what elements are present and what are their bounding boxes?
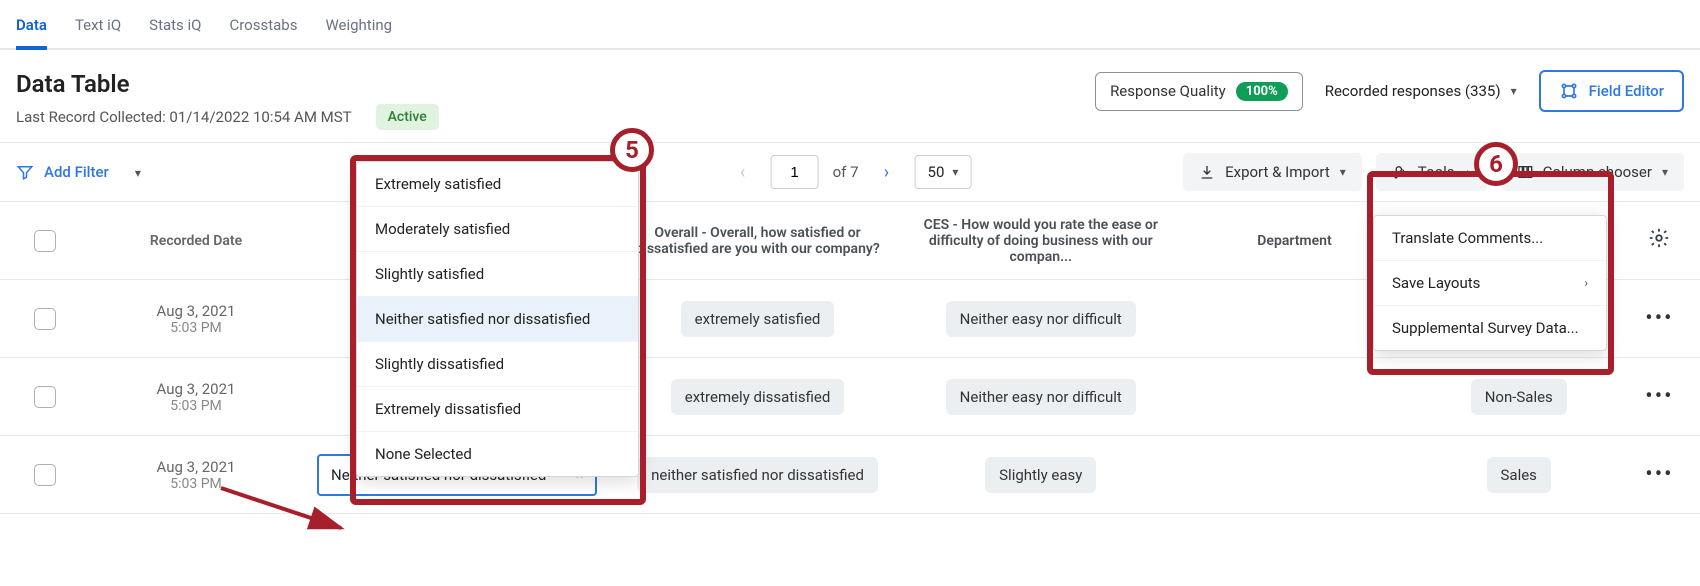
field-editor-label: Field Editor bbox=[1589, 82, 1664, 100]
add-filter-label: Add Filter bbox=[44, 163, 109, 181]
response-quality-button[interactable]: Response Quality 100% bbox=[1095, 72, 1303, 111]
add-filter-button[interactable]: Add Filter bbox=[16, 163, 109, 181]
row-time: 5:03 PM bbox=[83, 320, 309, 336]
recorded-responses-dropdown[interactable]: Recorded responses (335) ▾ bbox=[1325, 82, 1517, 100]
col-header-ces[interactable]: CES - How would you rate the ease or dif… bbox=[903, 217, 1178, 265]
callout-badge-6: 6 bbox=[1474, 142, 1518, 186]
tools-label: Tools bbox=[1418, 163, 1455, 181]
col-header-overall[interactable]: Overall - Overall, how satisfied or diss… bbox=[620, 225, 895, 257]
row-time: 5:03 PM bbox=[83, 398, 309, 414]
table-row: Aug 3, 2021 5:03 PM extremely dissatisfi… bbox=[0, 358, 1700, 436]
table-settings-gear-icon[interactable] bbox=[1648, 230, 1670, 254]
tools-menu-label: Supplemental Survey Data... bbox=[1392, 319, 1579, 337]
filter-icon bbox=[16, 163, 34, 181]
tab-crosstabs[interactable]: Crosstabs bbox=[229, 16, 297, 48]
row-date: Aug 3, 2021 bbox=[83, 380, 309, 398]
pagination: ‹ of 7 › 50 ▾ bbox=[729, 155, 972, 189]
nps-option[interactable]: Extremely dissatisfied bbox=[357, 387, 638, 432]
ces-chip: Neither easy nor difficult bbox=[946, 379, 1136, 415]
col-header-recorded-date[interactable]: Recorded Date bbox=[83, 233, 309, 249]
tab-text-iq[interactable]: Text iQ bbox=[75, 16, 121, 48]
nps-options-dropdown: Extremely satisfied Moderately satisfied… bbox=[356, 161, 639, 477]
filter-dropdown-toggle[interactable]: ▾ bbox=[125, 157, 151, 187]
table-toolbar: Add Filter ▾ ‹ of 7 › 50 ▾ Export & Impo… bbox=[0, 142, 1700, 202]
select-all-checkbox[interactable] bbox=[34, 230, 56, 252]
tenure-chip: Sales bbox=[1487, 457, 1551, 493]
chevron-down-icon: ▾ bbox=[135, 166, 141, 180]
ces-chip: Slightly easy bbox=[985, 457, 1096, 493]
tools-button[interactable]: Tools ▴ bbox=[1376, 153, 1487, 191]
nps-option[interactable]: Slightly dissatisfied bbox=[357, 342, 638, 387]
nps-option[interactable]: Moderately satisfied bbox=[357, 207, 638, 252]
chevron-right-icon: › bbox=[1584, 276, 1588, 290]
row-time: 5:03 PM bbox=[83, 476, 309, 492]
nps-option[interactable]: Neither satisfied nor dissatisfied bbox=[357, 297, 638, 342]
top-tabs: Data Text iQ Stats iQ Crosstabs Weightin… bbox=[0, 0, 1700, 50]
download-icon bbox=[1199, 164, 1215, 180]
col-header-department[interactable]: Department bbox=[1186, 233, 1402, 249]
status-badge: Active bbox=[376, 104, 439, 130]
row-checkbox[interactable] bbox=[34, 386, 56, 408]
columns-icon bbox=[1517, 164, 1533, 180]
row-more-icon[interactable]: ••• bbox=[1645, 306, 1673, 331]
nps-option[interactable]: Extremely satisfied bbox=[357, 162, 638, 207]
row-more-icon[interactable]: ••• bbox=[1645, 384, 1673, 409]
page-next-button[interactable]: › bbox=[873, 162, 901, 183]
page-prev-button[interactable]: ‹ bbox=[729, 162, 757, 183]
chevron-down-icon: ▾ bbox=[952, 165, 958, 179]
overall-chip: extremely dissatisfied bbox=[671, 379, 845, 415]
row-checkbox[interactable] bbox=[34, 464, 56, 486]
tools-menu-item-save-layouts[interactable]: Save Layouts › bbox=[1374, 261, 1606, 306]
row-date: Aug 3, 2021 bbox=[83, 302, 309, 320]
tools-menu-label: Translate Comments... bbox=[1392, 229, 1543, 247]
toolbar-right: Export & Import ▾ Tools ▴ Column chooser… bbox=[1183, 153, 1684, 191]
tab-weighting[interactable]: Weighting bbox=[325, 16, 392, 48]
overall-chip: neither satisfied nor dissatisfied bbox=[637, 457, 878, 493]
row-checkbox[interactable] bbox=[34, 308, 56, 330]
tab-stats-iq[interactable]: Stats iQ bbox=[149, 16, 201, 48]
page-size-dropdown[interactable]: 50 ▾ bbox=[915, 155, 972, 189]
page-header: Data Table Last Record Collected: 01/14/… bbox=[0, 50, 1700, 142]
table-row: Aug 3, 2021 5:03 PM Neither satisfied no… bbox=[0, 436, 1700, 514]
last-record-subtitle: Last Record Collected: 01/14/2022 10:54 … bbox=[16, 108, 352, 126]
tools-menu-item-translate[interactable]: Translate Comments... bbox=[1374, 216, 1606, 261]
row-date: Aug 3, 2021 bbox=[83, 458, 309, 476]
tenure-chip: Non-Sales bbox=[1471, 379, 1567, 415]
tools-menu-item-supplemental[interactable]: Supplemental Survey Data... bbox=[1374, 306, 1606, 350]
tools-menu: Translate Comments... Save Layouts › Sup… bbox=[1373, 215, 1607, 351]
title-block: Data Table Last Record Collected: 01/14/… bbox=[16, 70, 439, 130]
nps-option[interactable]: Slightly satisfied bbox=[357, 252, 638, 297]
tab-data[interactable]: Data bbox=[16, 16, 47, 50]
wrench-icon bbox=[1392, 164, 1408, 180]
nps-option[interactable]: None Selected bbox=[357, 432, 638, 476]
ces-chip: Neither easy nor difficult bbox=[946, 301, 1136, 337]
chevron-down-icon: ▾ bbox=[1662, 165, 1668, 179]
column-chooser-button[interactable]: Column chooser ▾ bbox=[1501, 153, 1684, 191]
page-title: Data Table bbox=[16, 70, 439, 98]
export-import-label: Export & Import bbox=[1225, 163, 1330, 181]
page-number-input[interactable] bbox=[771, 155, 819, 189]
row-more-icon[interactable]: ••• bbox=[1645, 462, 1673, 487]
page-size-value: 50 bbox=[928, 163, 945, 181]
response-quality-label: Response Quality bbox=[1110, 82, 1226, 100]
recorded-responses-label: Recorded responses (335) bbox=[1325, 82, 1501, 100]
export-import-button[interactable]: Export & Import ▾ bbox=[1183, 153, 1362, 191]
field-editor-icon bbox=[1559, 81, 1579, 101]
header-actions: Response Quality 100% Recorded responses… bbox=[1095, 70, 1684, 112]
chevron-up-icon: ▴ bbox=[1465, 165, 1471, 179]
field-editor-button[interactable]: Field Editor bbox=[1539, 70, 1684, 112]
page-of-label: of 7 bbox=[833, 163, 859, 181]
tools-menu-label: Save Layouts bbox=[1392, 274, 1480, 292]
chevron-down-icon: ▾ bbox=[1511, 84, 1517, 98]
callout-badge-5: 5 bbox=[610, 128, 654, 172]
chevron-down-icon: ▾ bbox=[1340, 165, 1346, 179]
overall-chip: extremely satisfied bbox=[681, 301, 835, 337]
response-quality-value: 100% bbox=[1236, 82, 1288, 101]
column-chooser-label: Column chooser bbox=[1543, 163, 1652, 181]
